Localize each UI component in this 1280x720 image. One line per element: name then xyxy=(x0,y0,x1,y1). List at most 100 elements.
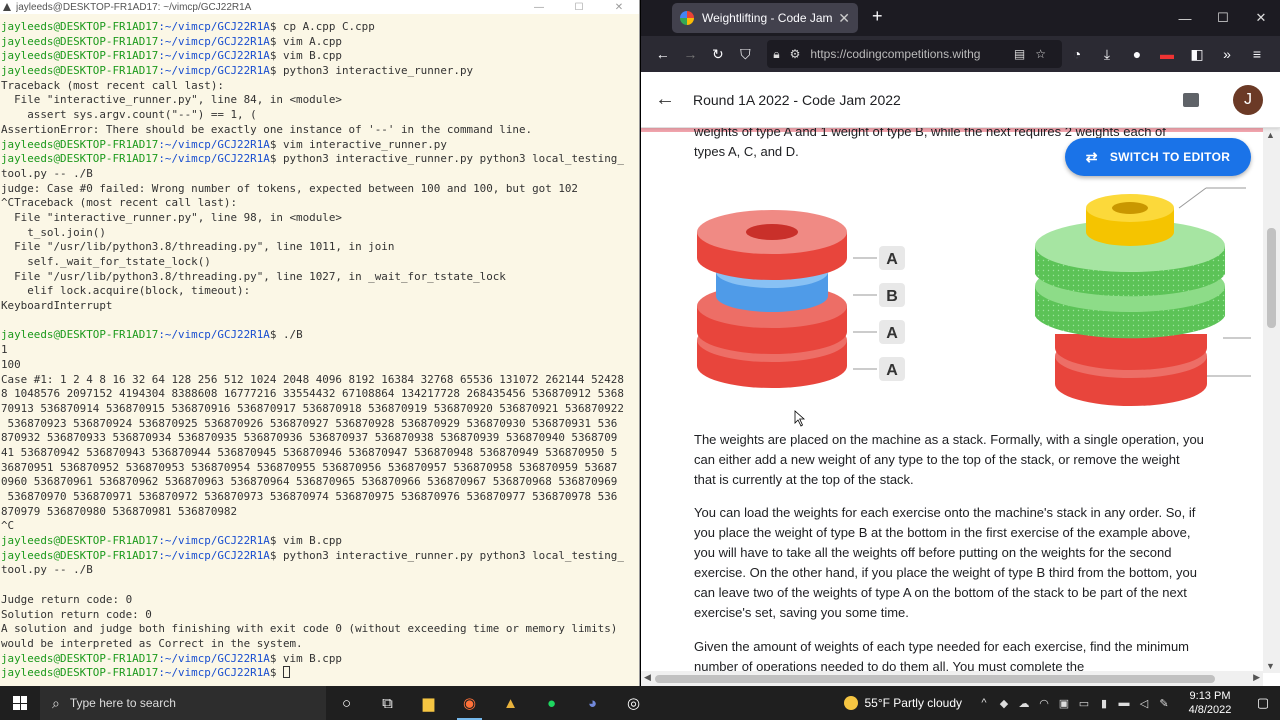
prompt-path: :~/vimcp/GCJ22R1A xyxy=(158,20,270,33)
terminal-line: jayleeds@DESKTOP-FR1AD17:~/vimcp/GCJ22R1… xyxy=(1,652,640,667)
minimize-button[interactable]: — xyxy=(519,2,559,13)
address-bar[interactable]: 🔒︎ ⚙︎ https://codingcompetitions.withg ▤… xyxy=(767,40,1062,68)
vertical-scrollbar[interactable]: ▲ ▼ xyxy=(1263,128,1280,673)
line-text: File "interactive_runner.py", line 84, i… xyxy=(1,93,342,107)
prompt-path: :~/vimcp/GCJ22R1A xyxy=(158,152,270,166)
downloads-icon[interactable]: ⤓ xyxy=(1092,46,1122,63)
line-text: ^C xyxy=(1,519,15,533)
taskbar-search[interactable]: ⌕ Type here to search xyxy=(40,686,326,720)
terminal-line: jayleeds@DESKTOP-FR1AD17:~/vimcp/GCJ22R1… xyxy=(1,152,640,167)
terminal-titlebar[interactable]: jayleeds@DESKTOP-FR1AD17: ~/vimcp/GCJ22R… xyxy=(0,0,639,14)
scroll-left-icon[interactable]: ◀ xyxy=(644,672,651,683)
notifications-icon[interactable]: ▢ xyxy=(1246,695,1280,711)
terminal-window[interactable]: jayleeds@DESKTOP-FR1AD17: ~/vimcp/GCJ22R… xyxy=(0,0,640,686)
battery-icon[interactable]: ▬ xyxy=(1114,697,1134,709)
bookmark-star-icon[interactable]: ☆ xyxy=(1035,47,1046,61)
minimize-button[interactable]: — xyxy=(1166,11,1204,26)
forward-button[interactable]: → xyxy=(677,46,705,62)
discord-icon[interactable]: ◕ xyxy=(572,686,613,720)
terminal-line: jayleeds@DESKTOP-FR1AD17:~/vimcp/GCJ22R1… xyxy=(1,549,640,564)
terminal-output[interactable]: jayleeds@DESKTOP-FR1AD17:~/vimcp/GCJ22R1… xyxy=(0,20,640,686)
extension-red-icon[interactable]: ▬ xyxy=(1152,46,1182,63)
switch-to-editor-label: SWITCH TO EDITOR xyxy=(1109,150,1231,164)
terminal-line: 536870970 536870971 536870972 536870973 … xyxy=(1,490,640,505)
horizontal-scrollbar[interactable]: ◀ ▶ xyxy=(641,671,1263,686)
file-explorer-icon[interactable]: ▆ xyxy=(408,686,449,720)
firefox-icon[interactable]: ◉ xyxy=(449,686,490,720)
app-tray-icon[interactable]: ▣ xyxy=(1054,697,1074,710)
line-text: Judge return code: 0 xyxy=(1,592,133,606)
vertical-scroll-thumb[interactable] xyxy=(1267,228,1276,328)
line-text: 870979 536870980 536870981 536870982 xyxy=(1,504,238,518)
horizontal-scroll-thumb[interactable] xyxy=(655,675,1215,683)
line-text: 1 xyxy=(1,343,8,357)
maximize-button[interactable]: ☐ xyxy=(1204,10,1242,26)
browser-window[interactable]: Weightlifting - Code Jam ✕ + — ☐ ✕ ← → ↻… xyxy=(641,0,1280,686)
avatar[interactable]: J xyxy=(1233,84,1263,115)
line-text: 41 536870942 536870943 536870944 5368709… xyxy=(1,445,618,459)
overflow-menu-icon[interactable]: » xyxy=(1212,46,1242,63)
scroll-down-icon[interactable]: ▼ xyxy=(1266,661,1275,671)
back-button[interactable]: ← xyxy=(649,46,677,62)
extension-flag-icon[interactable]: ◧ xyxy=(1182,46,1212,63)
scroll-right-icon[interactable]: ▶ xyxy=(1253,672,1260,683)
scroll-up-icon[interactable]: ▲ xyxy=(1266,130,1275,140)
close-button[interactable]: ✕ xyxy=(1242,10,1280,26)
system-tray: 55°F Partly cloudy ^ ◆ ☁ ◠ ▣ ▭ ▮ ▬ ◁ ✎ 9… xyxy=(844,689,1280,717)
clock-date: 4/8/2022 xyxy=(1188,704,1232,716)
stack-labels: A B A A xyxy=(853,246,905,381)
cortana-icon[interactable]: ○ xyxy=(326,686,367,720)
terminal-line: judge: Case #0 failed: Wrong number of t… xyxy=(1,182,640,197)
clock[interactable]: 9:13 PM 4/8/2022 xyxy=(1174,689,1246,717)
right-weight-stack xyxy=(1035,187,1251,406)
app-menu-icon[interactable]: ≡ xyxy=(1242,46,1272,63)
volume-icon[interactable]: ◁ xyxy=(1134,697,1154,710)
task-view-icon[interactable]: ⧉ xyxy=(367,686,408,720)
terminal-line: ^C xyxy=(1,519,640,534)
lock-icon[interactable]: 🔒︎ xyxy=(773,47,779,62)
extension-l-icon[interactable]: ● xyxy=(1122,46,1152,63)
url-text[interactable]: https://codingcompetitions.withg xyxy=(810,47,1014,61)
start-button[interactable] xyxy=(0,696,40,710)
prompt-path: :~/vimcp/GCJ22R1A xyxy=(158,651,270,665)
prompt-user: jayleeds@DESKTOP-FR1AD17 xyxy=(1,666,159,680)
terminal-line: File "interactive_runner.py", line 84, i… xyxy=(1,93,640,108)
label-a-bottom: A xyxy=(886,362,898,379)
search-placeholder: Type here to search xyxy=(69,696,176,710)
pen-icon[interactable]: ✎ xyxy=(1154,697,1174,710)
weather-widget[interactable]: 55°F Partly cloudy xyxy=(844,696,962,710)
terminal-line: self._wait_for_tstate_lock() xyxy=(1,255,640,270)
line-text: $ xyxy=(269,666,283,680)
close-button[interactable]: ✕ xyxy=(599,2,639,13)
microphone-icon[interactable]: ▮ xyxy=(1094,697,1114,710)
terminal-line: 870932 536870933 536870934 536870935 536… xyxy=(1,431,640,446)
maximize-button[interactable]: ☐ xyxy=(559,2,599,13)
terminal-line: Solution return code: 0 xyxy=(1,608,640,623)
dropbox-icon[interactable]: ◆ xyxy=(994,697,1014,710)
permissions-icon[interactable]: ⚙︎ xyxy=(790,47,801,61)
line-text: File "interactive_runner.py", line 98, i… xyxy=(1,210,342,224)
reader-view-icon[interactable]: ▤ xyxy=(1014,47,1025,61)
tab-close-icon[interactable]: ✕ xyxy=(838,10,850,27)
wifi-icon[interactable]: ◠ xyxy=(1034,697,1054,710)
new-tab-button[interactable]: + xyxy=(872,6,883,27)
pocket-icon[interactable]: ◔ xyxy=(1062,46,1092,63)
spotify-icon[interactable]: ● xyxy=(531,686,572,720)
chevron-up-icon[interactable]: ^ xyxy=(974,697,994,709)
terminal-line: 100 xyxy=(1,358,640,373)
display-icon[interactable]: ▭ xyxy=(1074,697,1094,710)
shield-icon[interactable]: ⛉ xyxy=(732,46,760,63)
tab-weightlifting[interactable]: Weightlifting - Code Jam ✕ xyxy=(672,3,858,33)
terminal-line: 36870951 536870952 536870953 536870954 5… xyxy=(1,461,640,476)
onedrive-icon[interactable]: ☁ xyxy=(1014,697,1034,710)
label-a-mid: A xyxy=(886,325,898,342)
obs-icon[interactable]: ◎ xyxy=(613,686,654,720)
back-arrow-icon[interactable]: ← xyxy=(655,88,675,111)
linux-terminal-icon[interactable]: ▲ xyxy=(490,686,531,720)
terminal-line: jayleeds@DESKTOP-FR1AD17:~/vimcp/GCJ22R1… xyxy=(1,64,640,79)
terminal-line: A solution and judge both finishing with… xyxy=(1,622,640,637)
reload-button[interactable]: ↻ xyxy=(704,46,732,63)
chat-icon[interactable] xyxy=(1183,92,1199,107)
